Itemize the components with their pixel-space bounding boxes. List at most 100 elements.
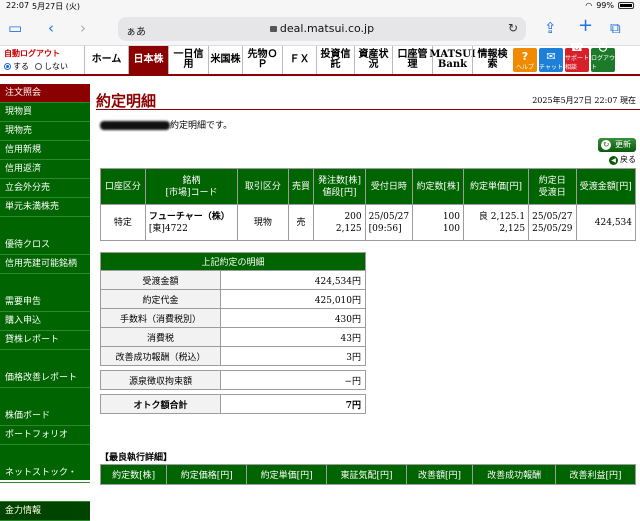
cell-exec-qty: 100 100 — [412, 204, 465, 241]
main-nav: 自動ログアウト する しない ホーム 日本株 一日信用 米国株 先物ＯＰ ＦＸ … — [0, 42, 640, 76]
sidebar-item-yutai-cross[interactable]: 優待クロス — [0, 236, 90, 255]
cell-trade-type: 現物 — [237, 204, 289, 241]
browser-toolbar: ▭ ‹ › ぁあ deal.matsui.co.jp ↻ ⇪ + ⧉ — [0, 12, 640, 46]
nav-futures-options[interactable]: 先物ＯＰ — [242, 46, 282, 74]
main-content: 約定明細 2025年5月27日 22:07 現在 約定明細です。 ↻ 更新 ◀ 戻… — [96, 84, 640, 485]
best-exec-table: 約定数[株] 約定価格[円] 約定単価[円] 東証気配[円] 改善額[円] 改善… — [99, 464, 636, 485]
nav-japan-stocks[interactable]: 日本株 — [128, 46, 168, 74]
help-icon: ? — [521, 50, 529, 63]
url-text: deal.matsui.co.jp — [279, 22, 375, 35]
col-amount: 受渡金額[円] — [575, 168, 637, 205]
sidebar-item-purchase-apply[interactable]: 購入申込 — [0, 312, 90, 331]
refresh-button[interactable]: ↻ 更新 — [598, 138, 636, 152]
sidebar-item-lending-report[interactable]: 貸株レポート — [0, 331, 90, 350]
auto-logout-on-label: する — [13, 62, 29, 71]
sidebar-item-short-list[interactable]: 信用売建可能銘柄 — [0, 255, 90, 274]
nav-assets[interactable]: 資産状況 — [354, 46, 392, 74]
wifi-icon: ◠ — [585, 1, 593, 10]
chat-button[interactable]: ✉ チャット — [539, 48, 563, 72]
auto-logout-off-label: しない — [44, 62, 68, 71]
page-datetime: 2025年5月27日 22:07 現在 — [532, 96, 636, 105]
table-header-row: 約定数[株] 約定価格[円] 約定単価[円] 東証気配[円] 改善額[円] 改善… — [99, 464, 636, 485]
nav-day-margin[interactable]: 一日信用 — [168, 46, 208, 74]
cell-amount: 424,534 — [575, 204, 637, 241]
order-table: 口座区分 銘柄 [市場]コード 取引区分 売買 発注数[株] 値段[円] 受付日時 … — [100, 168, 637, 241]
detail-row: 源泉徴収拘束額 −円 — [100, 370, 366, 390]
col-account: 口座区分 — [100, 168, 146, 205]
page-message: 約定明細です。 — [100, 118, 232, 131]
nav-us-stocks[interactable]: 米国株 — [208, 46, 242, 74]
sidebar-item-cash-buy[interactable]: 現物買 — [0, 103, 90, 122]
sidebar-item-price-improve[interactable]: 価格改善レポート — [0, 369, 90, 388]
sidebar-item-kinryoku[interactable]: 金力情報 — [0, 502, 90, 521]
address-bar[interactable]: ぁあ deal.matsui.co.jp ↻ — [118, 17, 526, 41]
ios-status-bar: 22:07 5月27日 (火) ◠ 99% — [0, 0, 640, 12]
back-icon: ◀ — [609, 156, 618, 165]
detail-row: 約定代金 425,010円 — [100, 289, 366, 309]
col-exec-qty: 約定数[株] — [412, 168, 465, 205]
table-row: 特定 フューチャー（株） [東]4722 現物 売 200 2,125 25/0… — [100, 204, 637, 241]
sidebar-item-netstock-2[interactable]: ハイスピード — [0, 483, 90, 502]
reload-icon[interactable]: ↻ — [508, 21, 518, 35]
page-title: 約定明細 — [96, 92, 157, 110]
sidebar-toggle-icon[interactable]: ▭ — [8, 20, 22, 36]
col-order-qty: 発注数[株] 値段[円] — [313, 168, 366, 205]
cell-exec-price: 良 2,125.1 2,125 — [463, 204, 530, 241]
cell-received: 25/05/27 [09:56] — [364, 204, 414, 241]
share-icon[interactable]: ⇪ — [544, 20, 557, 36]
col-received: 受付日時 — [364, 168, 414, 205]
nav-account[interactable]: 口座管理 — [392, 46, 432, 74]
status-right: ◠ 99% — [585, 1, 634, 10]
sidebar-item-off-floor[interactable]: 立会外分売 — [0, 179, 90, 198]
nav-fx[interactable]: ＦＸ — [282, 46, 316, 74]
support-button[interactable]: ☎ サポート相談 — [565, 42, 589, 72]
forward-arrow-icon[interactable]: › — [80, 20, 86, 36]
lock-icon — [269, 26, 277, 32]
redacted-name — [100, 121, 170, 130]
sidebar-item-odd-lot[interactable]: 単元未満株売 — [0, 198, 90, 217]
sidebar-item-cash-sell[interactable]: 現物売 — [0, 122, 90, 141]
cell-account: 特定 — [100, 204, 146, 241]
auto-logout-setting: 自動ログアウト する しない — [0, 46, 84, 74]
col-side: 売買 — [287, 168, 315, 205]
status-date: 5月27日 (火) — [32, 2, 81, 11]
sidebar-item-demand[interactable]: 需要申告 — [0, 293, 90, 312]
back-link[interactable]: ◀ 戻る — [609, 154, 636, 165]
col-exec-date: 約定日 受渡日 — [528, 168, 577, 205]
refresh-icon: ↻ — [601, 140, 611, 150]
sidebar-item-stock-board[interactable]: 株価ボード — [0, 407, 90, 426]
detail-row: 消費税 43円 — [100, 327, 366, 347]
sidebar-item-portfolio[interactable]: ポートフォリオ — [0, 426, 90, 445]
new-tab-icon[interactable]: + — [578, 17, 593, 35]
support-icon: ☎ — [570, 41, 584, 54]
nav-matsui-bank[interactable]: MATSUI Bank — [429, 46, 476, 74]
battery-icon — [618, 2, 634, 9]
auto-logout-title: 自動ログアウト — [4, 49, 60, 58]
battery-percent: 99% — [596, 1, 614, 10]
status-time: 22:07 — [6, 1, 30, 10]
table-header-row: 口座区分 銘柄 [市場]コード 取引区分 売買 発注数[株] 値段[円] 受付日時 … — [100, 168, 637, 205]
detail-row: 受渡金額 424,534円 — [100, 270, 366, 290]
auto-logout-on-radio[interactable] — [4, 63, 11, 70]
col-trade-type: 取引区分 — [237, 168, 289, 205]
sidebar-item-margin-new[interactable]: 信用新規 — [0, 141, 90, 160]
cell-side: 売 — [287, 204, 315, 241]
sidebar: 注文照会 現物買 現物売 信用新規 信用返済 立会外分売 単元未満株売 優待クロ… — [0, 84, 90, 521]
nav-funds[interactable]: 投資信託 — [316, 46, 354, 74]
detail-row: 手数料（消費税別） 430円 — [100, 308, 366, 328]
col-stock: 銘柄 [市場]コード — [144, 168, 239, 205]
detail-header: 上記約定の明細 — [100, 252, 366, 271]
sidebar-item-order-inquiry[interactable]: 注文照会 — [0, 84, 90, 103]
cell-stock: フューチャー（株） [東]4722 — [144, 204, 239, 241]
nav-home[interactable]: ホーム — [84, 46, 128, 74]
sidebar-item-margin-close[interactable]: 信用返済 — [0, 160, 90, 179]
back-arrow-icon[interactable]: ‹ — [48, 20, 54, 36]
tabs-overview-icon[interactable]: ⧉ — [610, 20, 621, 36]
logout-button[interactable]: ⏻ ログアウト — [591, 42, 615, 72]
help-button[interactable]: ? ヘルプ — [513, 48, 537, 72]
nav-info-search[interactable]: 情報検索 — [472, 46, 512, 74]
stock-name[interactable]: フューチャー（株） — [149, 212, 230, 222]
sidebar-item-netstock-1[interactable]: ネットストック・ — [0, 464, 90, 483]
auto-logout-off-radio[interactable] — [35, 63, 42, 70]
col-exec-price: 約定単価[円] — [463, 168, 530, 205]
